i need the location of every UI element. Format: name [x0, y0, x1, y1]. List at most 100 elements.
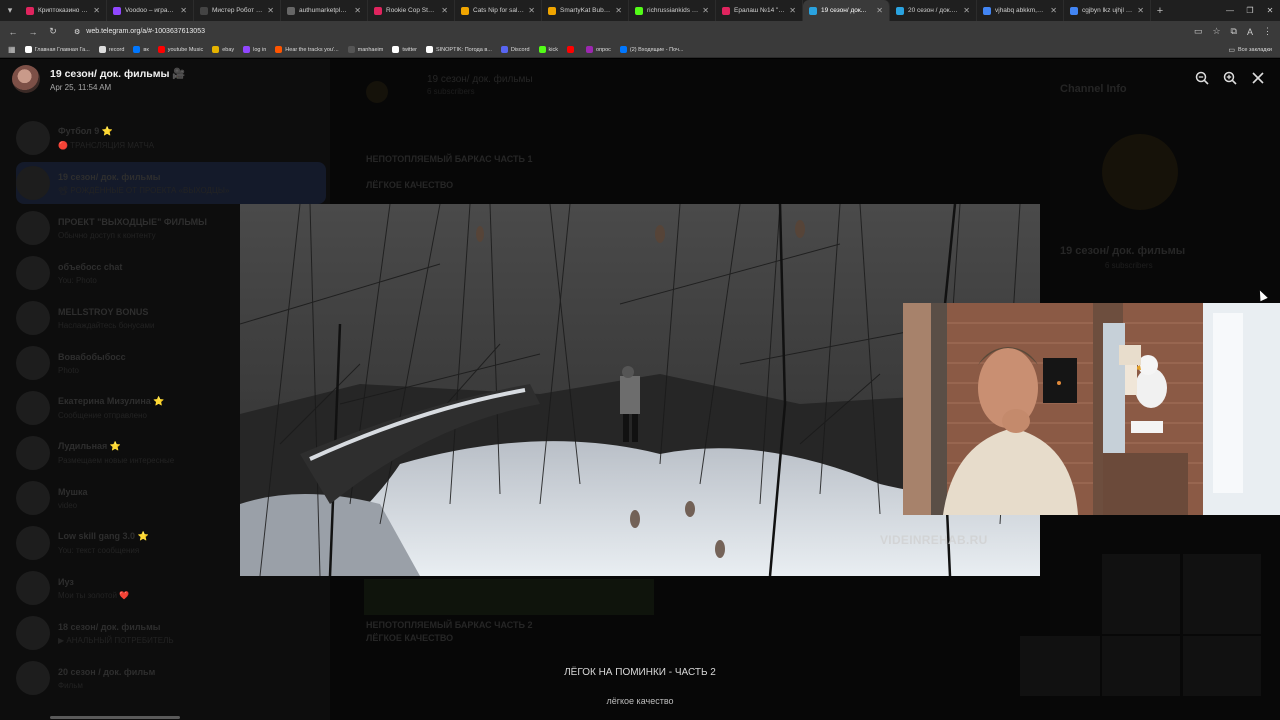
- bookmark-item[interactable]: kick: [538, 46, 558, 53]
- bookmark-favicon-icon: [586, 46, 593, 53]
- zoom-in-icon[interactable]: [1222, 70, 1238, 86]
- channel-avatar[interactable]: [12, 65, 40, 93]
- chat-name: ПРОЕКТ "ВЫХОДЦЫЕ" ФИЛЬМЫ: [58, 216, 207, 227]
- media-caption-title: ЛЁГОК НА ПОМИНКИ - ЧАСТЬ 2: [564, 667, 716, 678]
- site-info-icon[interactable]: ⚙: [74, 28, 80, 36]
- horizontal-scrollbar[interactable]: [50, 716, 180, 719]
- tab-close-icon[interactable]: ✕: [963, 6, 970, 15]
- chat-list-item[interactable]: Футбол 9 ⭐ 🔴 ТРАНСЛЯЦИЯ МАТЧА: [16, 117, 326, 159]
- chat-avatar: [16, 391, 50, 425]
- browser-tab[interactable]: 19 сезон/ док... ✕: [803, 0, 890, 21]
- media-thumb[interactable]: [1020, 636, 1100, 696]
- media-channel-title[interactable]: 19 сезон/ док. фильмы 🎥: [50, 67, 186, 80]
- browser-tab[interactable]: cgjbyn lkz ujhjl - G... ✕: [1064, 0, 1151, 21]
- tab-close-icon[interactable]: ✕: [876, 6, 883, 15]
- media-thumb[interactable]: [1183, 554, 1261, 634]
- menu-dots-icon[interactable]: ⋮: [1263, 26, 1272, 37]
- browser-tab[interactable]: Voodoo – играть в... ✕: [107, 0, 194, 21]
- browser-tab[interactable]: Cats Nip for sale |... ✕: [455, 0, 542, 21]
- tab-close-icon[interactable]: ✕: [1050, 6, 1057, 15]
- bookmark-item[interactable]: вк: [133, 46, 149, 53]
- chat-avatar: [16, 481, 50, 515]
- bookmark-label: ebay: [222, 46, 235, 53]
- tab-close-icon[interactable]: ✕: [702, 6, 709, 15]
- bookmark-item[interactable]: youtube Music: [157, 46, 203, 53]
- browser-tab[interactable]: Ералаш №14 "Я с... ✕: [716, 0, 803, 21]
- media-thumb[interactable]: [1183, 636, 1261, 696]
- chat-header-sub: 6 subscribers: [427, 87, 475, 96]
- bookmark-label: manhaeim: [357, 46, 384, 53]
- tab-label: Voodoo – играть в...: [125, 7, 176, 14]
- tab-close-icon[interactable]: ✕: [93, 6, 100, 15]
- url-field[interactable]: ⚙ web.telegram.org/a/#-1003637613053: [74, 28, 205, 36]
- tab-search-icon[interactable]: ▾: [0, 0, 20, 21]
- chat-name: 18 сезон/ док. фильмы: [58, 621, 161, 632]
- bookmark-item[interactable]: SINOPTIK: Погода в...: [425, 46, 492, 53]
- tab-close-icon[interactable]: ✕: [615, 6, 622, 15]
- media-thumb[interactable]: [1102, 554, 1180, 634]
- tab-close-icon[interactable]: ✕: [789, 6, 796, 15]
- browser-tab[interactable]: Rookie Cop Stumbl... ✕: [368, 0, 455, 21]
- chat-list-item[interactable]: 19 сезон/ док. фильмы 📽 РОЖДЁННЫЕ ОТ ПРОЕ…: [16, 162, 326, 204]
- bookmark-item[interactable]: Discord: [500, 46, 530, 53]
- tab-label: richrussiankids Stre...: [647, 7, 698, 14]
- bookmark-favicon-icon: [425, 46, 433, 53]
- bookmark-item[interactable]: ebay: [212, 46, 234, 53]
- bookmark-item[interactable]: опрос: [586, 46, 611, 53]
- message-title-1: НЕПОТОПЛЯЕМЫЙ БАРКАС ЧАСТЬ 1: [366, 154, 533, 164]
- browser-tab[interactable]: richrussiankids Stre... ✕: [629, 0, 716, 21]
- profile-icon[interactable]: A: [1247, 27, 1253, 37]
- bookmark-item[interactable]: record: [98, 46, 124, 53]
- close-window-icon[interactable]: ✕: [1260, 6, 1280, 15]
- browser-tab[interactable]: SmartyKat Bubble T...✕: [542, 0, 629, 21]
- bookmark-item[interactable]: Главная Главная Га...: [24, 46, 90, 53]
- tab-favicon-icon: [1070, 6, 1078, 15]
- extensions-icon[interactable]: ⧉: [1231, 26, 1237, 37]
- forward-icon[interactable]: →: [28, 27, 38, 37]
- browser-tab[interactable]: 20 сезон / док.фил... ✕: [890, 0, 977, 21]
- bookmark-favicon-icon: [392, 46, 400, 53]
- new-tab-button[interactable]: +: [1151, 5, 1169, 17]
- apps-icon[interactable]: ▦: [8, 45, 16, 54]
- bookmark-item[interactable]: log in: [243, 46, 266, 53]
- tab-close-icon[interactable]: ✕: [528, 6, 535, 15]
- channel-info-title: Channel Info: [1060, 83, 1127, 95]
- cast-icon[interactable]: ▭: [1194, 26, 1203, 37]
- tab-close-icon[interactable]: ✕: [180, 6, 187, 15]
- channel-info-sub: 6 subscribers: [1105, 261, 1153, 270]
- bookmark-item[interactable]: [567, 46, 577, 53]
- chat-list-item[interactable]: 20 сезон / док. фильм Фильм: [16, 657, 326, 699]
- tab-close-icon[interactable]: ✕: [267, 6, 274, 15]
- chat-name: 19 сезон/ док. фильмы: [58, 171, 161, 182]
- zoom-out-icon[interactable]: [1194, 70, 1210, 86]
- close-icon[interactable]: [1250, 70, 1266, 86]
- minimize-icon[interactable]: —: [1220, 6, 1240, 15]
- bookmark-item[interactable]: (2) Входящие - Поч...: [619, 46, 683, 53]
- browser-tab[interactable]: Криптоказино онл... ✕: [20, 0, 107, 21]
- message-title-2: НЕПОТОПЛЯЕМЫЙ БАРКАС ЧАСТЬ 2: [366, 620, 533, 630]
- chat-avatar: [16, 166, 50, 200]
- bookmark-item[interactable]: Hear the tracks you'...: [275, 46, 339, 53]
- bookmark-item[interactable]: manhaeim: [347, 46, 384, 53]
- browser-tab[interactable]: authumarketplace.a... ✕: [281, 0, 368, 21]
- message-video-thumb[interactable]: [364, 579, 654, 615]
- maximize-icon[interactable]: ❐: [1240, 6, 1260, 15]
- bookmark-label: log in: [253, 46, 267, 53]
- reload-icon[interactable]: ↻: [48, 26, 58, 37]
- back-icon[interactable]: ←: [8, 27, 18, 37]
- all-bookmarks[interactable]: ▭ Все закладки: [1228, 42, 1272, 58]
- tab-close-icon[interactable]: ✕: [441, 6, 448, 15]
- bookmark-item[interactable]: twitter: [392, 46, 417, 53]
- media-thumb[interactable]: [1102, 636, 1180, 696]
- tab-close-icon[interactable]: ✕: [1137, 6, 1144, 15]
- tab-close-icon[interactable]: ✕: [354, 6, 361, 15]
- tab-favicon-icon: [200, 6, 208, 15]
- tab-favicon-icon: [26, 6, 34, 15]
- browser-tab[interactable]: vjhabq abkkm,v - G... ✕: [977, 0, 1064, 21]
- browser-tab[interactable]: Мистер Робот (1-4...✕: [194, 0, 281, 21]
- video-watermark: VIDEINREHAB.RU: [880, 533, 988, 547]
- bookmark-favicon-icon: [24, 46, 32, 53]
- chat-list-item[interactable]: 18 сезон/ док. фильмы ▶ АНАЛЬНЫЙ ПОТРЕБИТ…: [16, 612, 326, 654]
- tab-favicon-icon: [983, 6, 991, 15]
- bookmark-star-icon[interactable]: ☆: [1212, 26, 1220, 37]
